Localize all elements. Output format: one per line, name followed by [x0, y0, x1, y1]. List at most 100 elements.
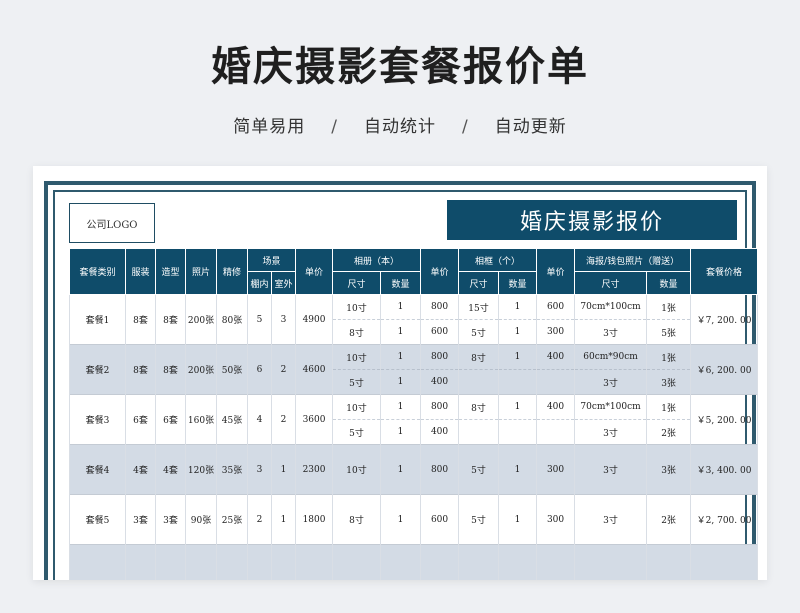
cell-album-price: 800: [420, 294, 460, 320]
sheet-frame-outer: 公司LOGO 婚庆摄影报价 套餐类别 服装 造型 照片 精修 场景 单价 相册（…: [44, 181, 759, 580]
table-row: 套餐2 8套 8套 200张 50张 6 2 4600 10寸 1 800 8寸…: [69, 344, 759, 395]
col-album: 相册（本）: [332, 248, 422, 272]
table-row: 套餐4 4套 4套 120张 35张 3 1 2300 10寸 1 800 5寸…: [69, 444, 759, 495]
empty-cell: [125, 544, 156, 580]
cell-poster-size: 3寸: [574, 419, 648, 445]
package-group: 套餐4 4套 4套 120张 35张 3 1 2300 10寸 1 800 5寸…: [69, 444, 759, 495]
cell-retouch: 80张: [216, 294, 248, 345]
cell-album-qty: 1: [380, 494, 422, 545]
col-outdoor: 室外: [270, 271, 297, 295]
col-frame-price: 单价: [536, 248, 576, 295]
cell-poster-size: 3寸: [574, 444, 648, 495]
cell-frame-price: 400: [536, 344, 576, 370]
cell-poster-qty: 3张: [646, 444, 692, 495]
cell-album-price: 800: [420, 394, 460, 420]
cell-retouch: 35张: [216, 444, 248, 495]
empty-cell: [420, 544, 460, 580]
cell-clothing: 6套: [125, 394, 156, 445]
empty-cell: [216, 544, 248, 580]
col-total: 套餐价格: [690, 248, 759, 295]
cell-package-name: 套餐2: [69, 344, 126, 395]
cell-frame-qty: [498, 419, 538, 445]
empty-cell: [574, 544, 648, 580]
cell-total: ￥3, 400. 00: [690, 444, 759, 495]
cell-album-qty: 1: [380, 419, 422, 445]
sheet-frame-inner: 公司LOGO 婚庆摄影报价 套餐类别 服装 造型 照片 精修 场景 单价 相册（…: [53, 190, 759, 580]
cell-poster-size: 3寸: [574, 369, 648, 395]
empty-cell: [380, 544, 422, 580]
cell-poster-size: 3寸: [574, 319, 648, 345]
cell-frame-size: 8寸: [458, 394, 500, 420]
cell-total: ￥5, 200. 00: [690, 394, 759, 445]
cell-album-qty: 1: [380, 444, 422, 495]
col-photos: 照片: [185, 248, 217, 295]
empty-cell: [332, 544, 382, 580]
empty-cell: [155, 544, 186, 580]
page-title: 婚庆摄影套餐报价单: [211, 44, 589, 90]
table-row: [69, 544, 759, 580]
cell-frame-size: 15寸: [458, 294, 500, 320]
cell-photos: 200张: [185, 344, 217, 395]
cell-frame-qty: [498, 369, 538, 395]
cell-outdoor: 1: [270, 444, 297, 495]
package-group: 套餐3 6套 6套 160张 45张 4 2 3600 10寸 1 800 8寸…: [69, 394, 759, 445]
cell-frame-price: 300: [536, 494, 576, 545]
cell-photos: 200张: [185, 294, 217, 345]
cell-frame-price: [536, 419, 576, 445]
cell-poster-qty: 1张: [646, 394, 692, 420]
cell-album-size: 5寸: [332, 419, 382, 445]
cell-retouch: 50张: [216, 344, 248, 395]
cell-poster-qty: 5张: [646, 319, 692, 345]
empty-cell: [185, 544, 217, 580]
cell-price: 1800: [295, 494, 334, 545]
cell-frame-size: 8寸: [458, 344, 500, 370]
cell-album-size: 8寸: [332, 319, 382, 345]
cell-frame-size: 5寸: [458, 494, 500, 545]
cell-album-qty: 1: [380, 319, 422, 345]
price-table: 套餐类别 服装 造型 照片 精修 场景 单价 相册（本） 单价 相框（个） 单价…: [69, 248, 759, 580]
cell-poster-size: 60cm*90cm: [574, 344, 648, 370]
empty-cell: [270, 544, 297, 580]
cell-frame-qty: 1: [498, 494, 538, 545]
cell-album-size: 10寸: [332, 394, 382, 420]
cell-indoor: 2: [247, 494, 272, 545]
table-row: 套餐5 3套 3套 90张 25张 2 1 1800 8寸 1 600 5寸 1…: [69, 494, 759, 545]
cell-package-name: 套餐5: [69, 494, 126, 545]
cell-clothing: 3套: [125, 494, 156, 545]
subtitle-item: 简单易用: [233, 117, 306, 137]
empty-cell: [247, 544, 272, 580]
cell-poster-qty: 3张: [646, 369, 692, 395]
col-package-type: 套餐类别: [69, 248, 126, 295]
cell-album-size: 5寸: [332, 369, 382, 395]
cell-poster-size: 3寸: [574, 494, 648, 545]
cell-clothing: 8套: [125, 294, 156, 345]
cell-album-size: 8寸: [332, 494, 382, 545]
col-clothing: 服装: [125, 248, 156, 295]
empty-cell: [646, 544, 692, 580]
cell-total: ￥2, 700. 00: [690, 494, 759, 545]
cell-album-price: 600: [420, 494, 460, 545]
col-album-qty: 数量: [380, 271, 422, 295]
cell-frame-price: 400: [536, 394, 576, 420]
cell-photos: 160张: [185, 394, 217, 445]
cell-album-price: 600: [420, 319, 460, 345]
col-poster-size: 尺寸: [574, 271, 648, 295]
cell-frame-price: 300: [536, 319, 576, 345]
cell-album-size: 10寸: [332, 444, 382, 495]
cell-frame-price: [536, 369, 576, 395]
col-frame-size: 尺寸: [458, 271, 500, 295]
col-frame: 相框（个）: [458, 248, 538, 272]
cell-frame-size: 5寸: [458, 444, 500, 495]
cell-package-name: 套餐4: [69, 444, 126, 495]
package-group: [69, 544, 759, 580]
cell-album-qty: 1: [380, 394, 422, 420]
cell-styling: 3套: [155, 494, 186, 545]
cell-album-price: 800: [420, 444, 460, 495]
cell-photos: 120张: [185, 444, 217, 495]
cell-styling: 6套: [155, 394, 186, 445]
cell-photos: 90张: [185, 494, 217, 545]
empty-cell: [295, 544, 334, 580]
cell-album-qty: 1: [380, 369, 422, 395]
col-unit-price: 单价: [295, 248, 334, 295]
cell-frame-size: [458, 369, 500, 395]
